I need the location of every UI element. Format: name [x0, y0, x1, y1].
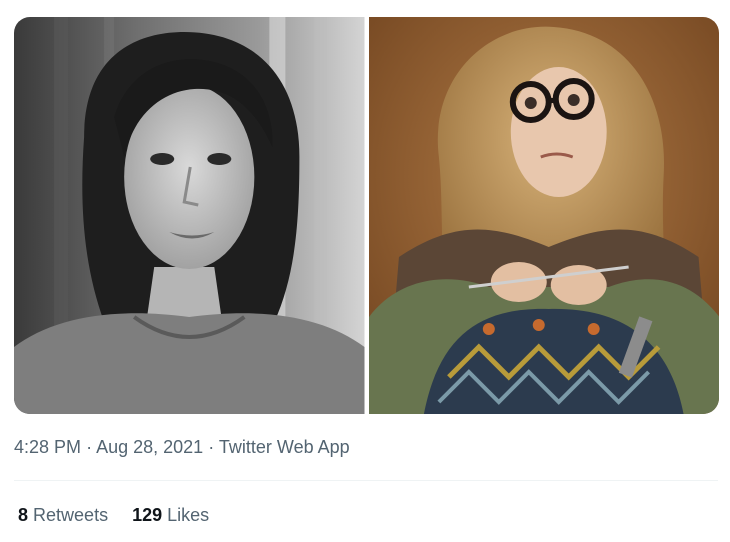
- retweets-count: 8: [18, 505, 29, 525]
- tweet-media-grid: [14, 17, 719, 414]
- tweet-stats: 8 Retweets 129 Likes: [18, 505, 209, 526]
- tweet-source-link[interactable]: Twitter Web App: [219, 437, 350, 457]
- portrait-color-image: [368, 17, 719, 414]
- retweets-label: Retweets: [33, 505, 109, 525]
- portrait-grayscale-image: [14, 17, 365, 414]
- meta-separator: ·: [86, 437, 93, 457]
- stats-divider: [14, 480, 718, 481]
- tweet-photo-2[interactable]: [368, 17, 719, 414]
- meta-separator: ·: [208, 437, 215, 457]
- tweet-photo-1[interactable]: [14, 17, 365, 414]
- tweet-time[interactable]: 4:28 PM: [14, 437, 81, 457]
- tweet-metadata: 4:28 PM · Aug 28, 2021 · Twitter Web App: [14, 437, 350, 458]
- retweets-stat-link[interactable]: 8 Retweets: [18, 505, 108, 526]
- likes-count: 129: [132, 505, 163, 525]
- likes-label: Likes: [167, 505, 210, 525]
- tweet-date[interactable]: Aug 28, 2021: [96, 437, 203, 457]
- likes-stat-link[interactable]: 129 Likes: [132, 505, 209, 526]
